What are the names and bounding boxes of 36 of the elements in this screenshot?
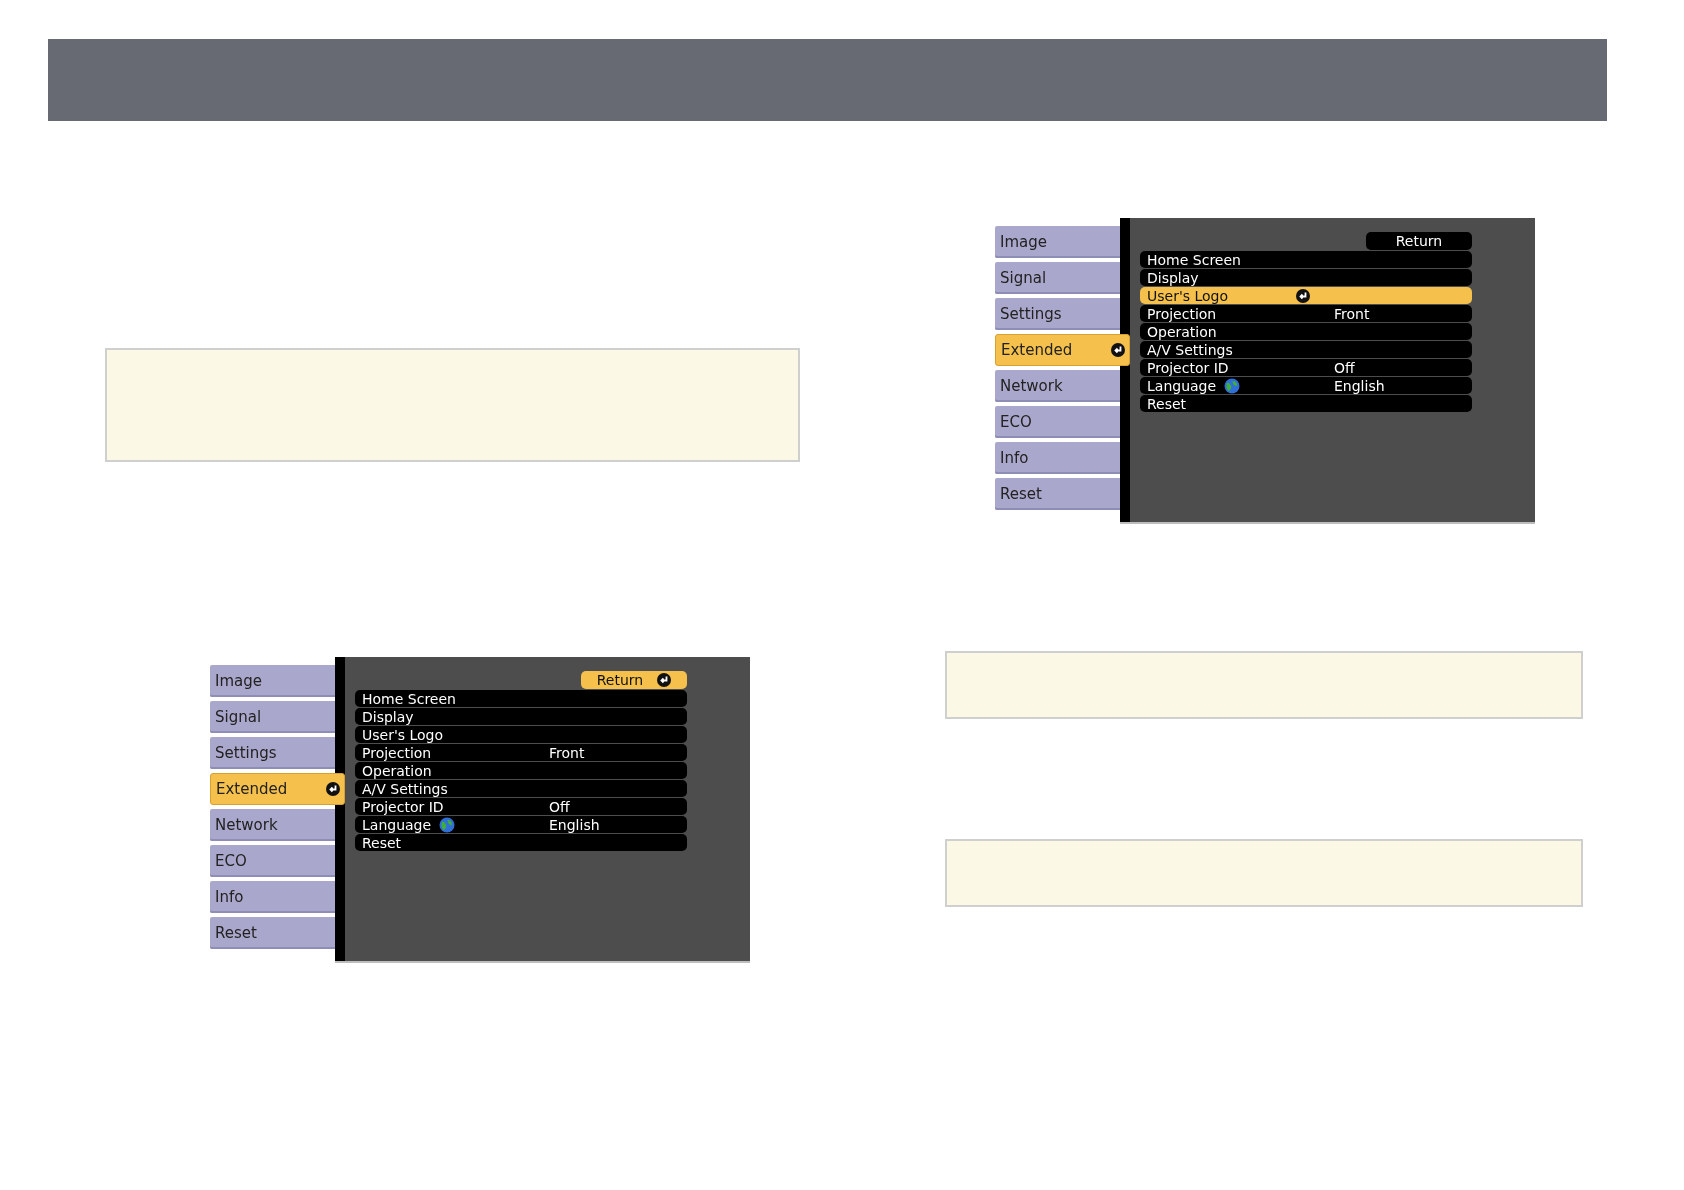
menu-item[interactable]: Home Screen bbox=[1140, 251, 1472, 268]
menu-item[interactable]: Projection Front bbox=[355, 744, 687, 761]
menu-item[interactable]: Projector ID Off bbox=[355, 798, 687, 815]
menu-item[interactable]: Projector ID Off bbox=[1140, 359, 1472, 376]
menu-tab[interactable]: Extended bbox=[210, 773, 345, 805]
menu-tab[interactable]: Network bbox=[995, 370, 1120, 402]
menu-item[interactable]: A/V Settings bbox=[355, 780, 687, 797]
menu-tab[interactable]: Info bbox=[210, 881, 335, 913]
menu-tab[interactable]: Signal bbox=[995, 262, 1120, 294]
menu-item[interactable]: User's Logo bbox=[1140, 287, 1472, 304]
menu-tab[interactable]: Reset bbox=[995, 478, 1120, 510]
menu-tab[interactable]: Image bbox=[995, 226, 1120, 258]
menu-item[interactable]: Display bbox=[355, 708, 687, 725]
menu-tab[interactable]: Settings bbox=[210, 737, 335, 769]
menu-item[interactable]: Reset bbox=[355, 834, 687, 851]
menu-tab[interactable]: Signal bbox=[210, 701, 335, 733]
menu-item[interactable]: Language English bbox=[1140, 377, 1472, 394]
menu-tab[interactable]: Extended bbox=[995, 334, 1130, 366]
menu-tab[interactable]: ECO bbox=[995, 406, 1120, 438]
menu-item[interactable]: User's Logo bbox=[355, 726, 687, 743]
menu-tab[interactable]: Network bbox=[210, 809, 335, 841]
menu-item[interactable]: Home Screen bbox=[355, 690, 687, 707]
menu-tab[interactable]: Info bbox=[995, 442, 1120, 474]
menu-item[interactable]: Reset bbox=[1140, 395, 1472, 412]
menu-item[interactable]: Language English bbox=[355, 816, 687, 833]
menu-item[interactable]: Display bbox=[1140, 269, 1472, 286]
menu-item[interactable]: Operation bbox=[1140, 323, 1472, 340]
menu-tab[interactable]: Settings bbox=[995, 298, 1120, 330]
menu-tab[interactable]: Image bbox=[210, 665, 335, 697]
return-button[interactable]: Return bbox=[581, 671, 687, 689]
menu-tab[interactable]: ECO bbox=[210, 845, 335, 877]
menu-tab[interactable]: Reset bbox=[210, 917, 335, 949]
menu-item[interactable]: Projection Front bbox=[1140, 305, 1472, 322]
return-button[interactable]: Return bbox=[1366, 232, 1472, 250]
menu-item[interactable]: Operation bbox=[355, 762, 687, 779]
menu-item[interactable]: A/V Settings bbox=[1140, 341, 1472, 358]
